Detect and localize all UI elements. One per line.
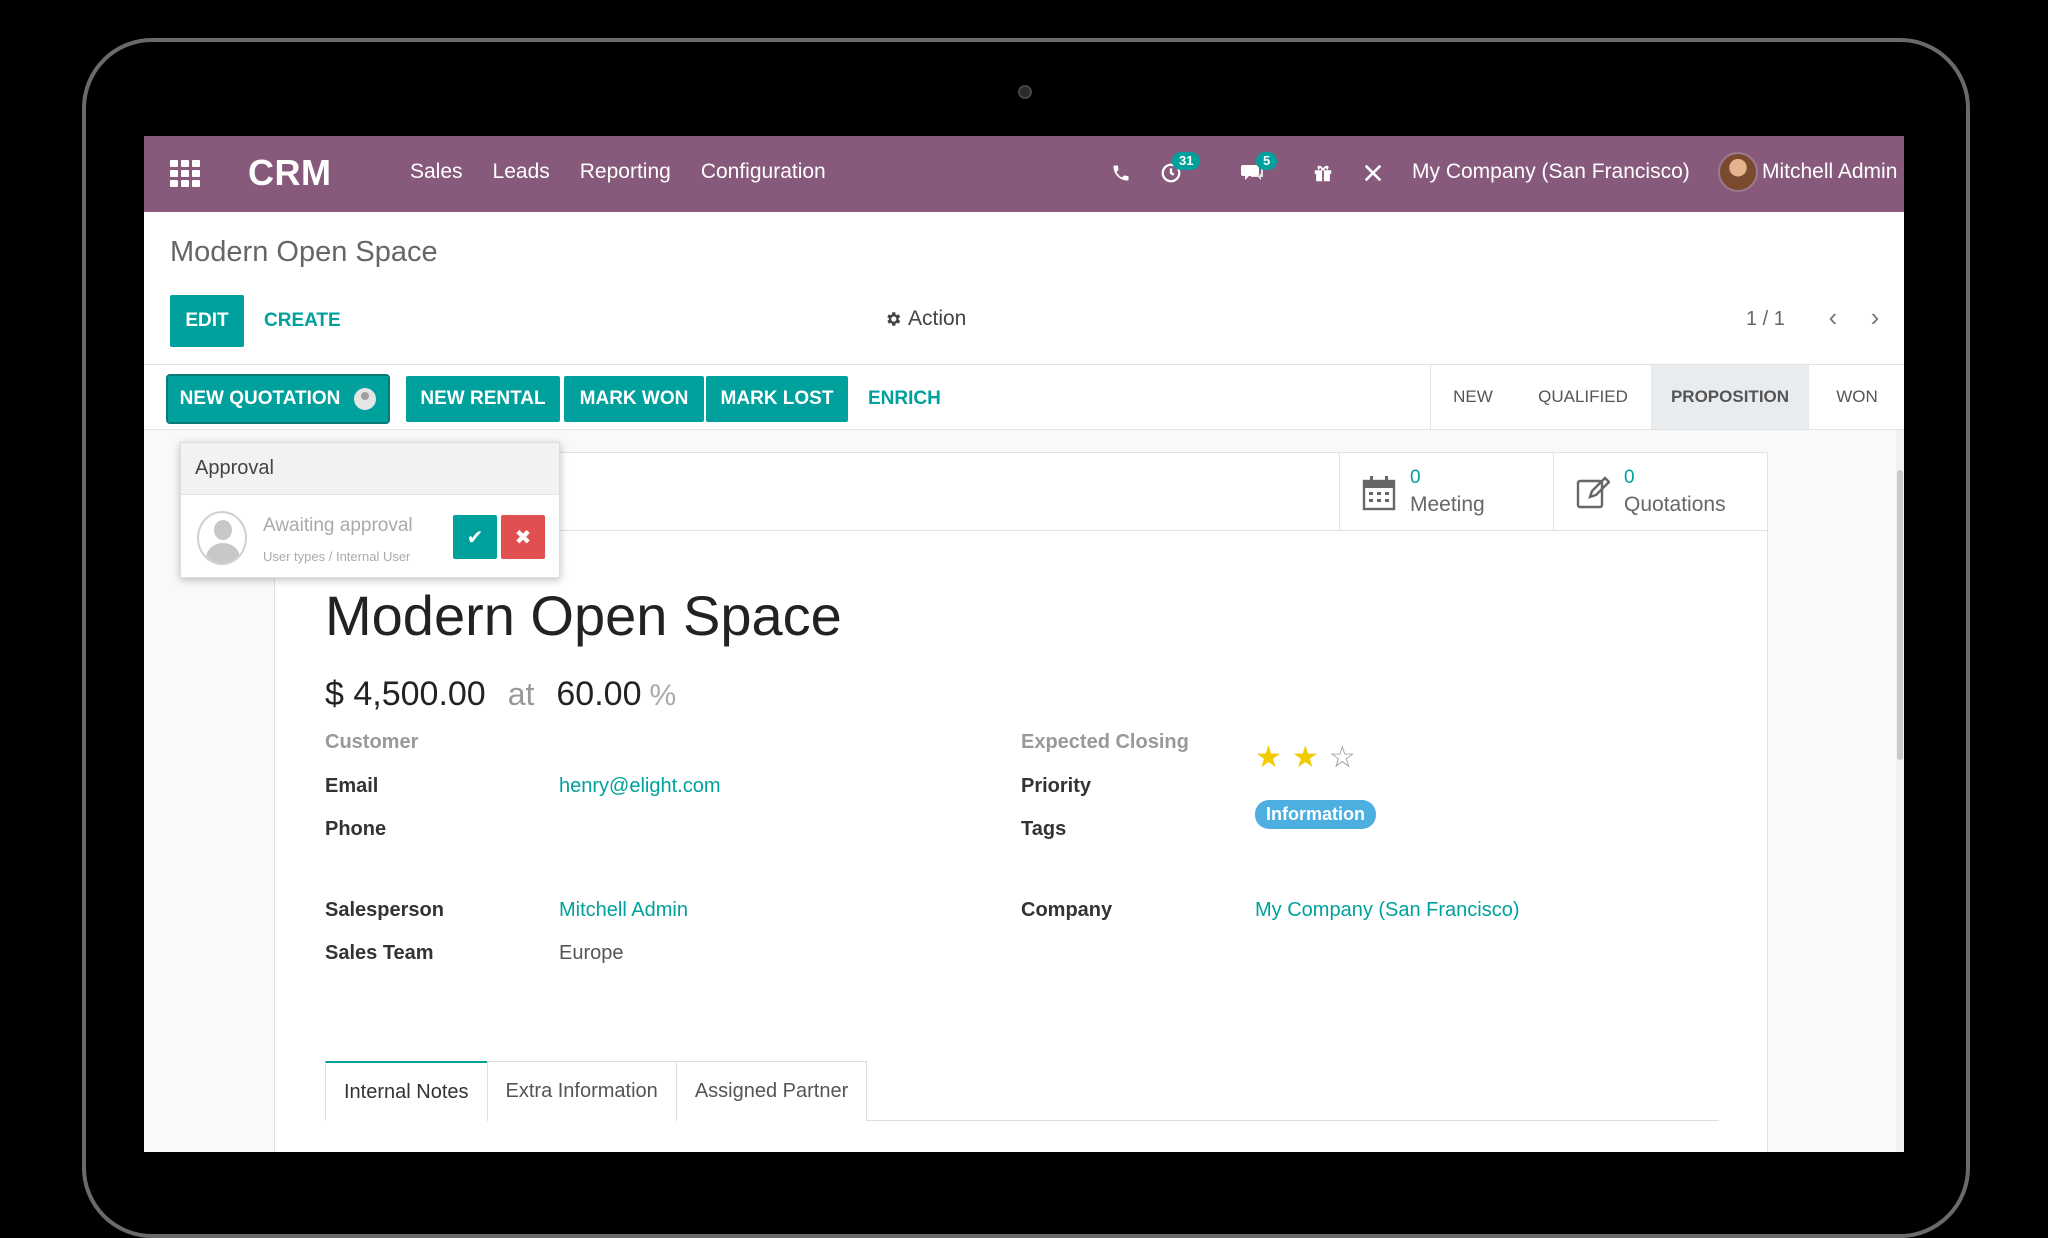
star-outline-icon[interactable]: ☆ [1329, 743, 1356, 773]
enrich-button[interactable]: ENRICH [868, 376, 941, 422]
approval-status-icon[interactable] [354, 388, 377, 410]
mark-won-button[interactable]: MARK WON [564, 376, 704, 422]
stage-qualified[interactable]: QUALIFIED [1515, 365, 1651, 429]
stage-new[interactable]: NEW [1431, 365, 1515, 429]
activity-count-badge: 31 [1172, 152, 1201, 170]
pager-next-icon[interactable]: › [1860, 302, 1890, 333]
camera-dot [1018, 85, 1032, 99]
sales-team-label: Sales Team [325, 942, 434, 964]
tag-badge[interactable]: Information [1255, 800, 1376, 829]
priority-stars: ★ ★ ☆ [1255, 743, 1356, 773]
menu-item-reporting[interactable]: Reporting [580, 160, 671, 184]
approval-group: User types / Internal User [263, 549, 411, 564]
customer-label: Customer [325, 731, 419, 753]
create-button[interactable]: CREATE [264, 295, 341, 347]
email-field[interactable]: henry@elight.com [559, 775, 720, 798]
edit-button[interactable]: EDIT [170, 295, 244, 347]
new-quotation-button[interactable]: NEW QUOTATION [166, 374, 390, 424]
new-quotation-label: NEW QUOTATION [179, 388, 341, 409]
percent-sign: % [649, 679, 677, 712]
menu-item-leads[interactable]: Leads [493, 160, 550, 184]
user-menu[interactable]: Mitchell Admin [1762, 160, 1897, 184]
meeting-label: Meeting [1410, 493, 1485, 516]
mark-lost-button[interactable]: MARK LOST [706, 376, 848, 422]
meeting-smart-button[interactable]: 0 Meeting [1339, 453, 1553, 531]
main-menu: Sales Leads Reporting Configuration [410, 160, 826, 184]
expected-revenue-row: $ 4,500.00 at 60.00 % [325, 675, 676, 714]
screen: CRM Sales Leads Reporting Configuration … [144, 136, 1904, 1152]
pager-value[interactable]: 1 / 1 [1746, 308, 1785, 331]
expected-revenue[interactable]: $ 4,500.00 [325, 675, 486, 714]
calendar-icon [1362, 475, 1396, 520]
breadcrumb: Modern Open Space [170, 236, 438, 268]
debug-tools-icon[interactable] [1358, 158, 1388, 188]
opportunity-title[interactable]: Modern Open Space [325, 583, 842, 648]
approver-avatar [197, 511, 247, 565]
message-count-badge: 5 [1256, 152, 1278, 170]
probability[interactable]: 60.00 [556, 675, 641, 714]
priority-label: Priority [1021, 775, 1092, 797]
company-switcher[interactable]: My Company (San Francisco) [1412, 160, 1690, 184]
expected-closing-label: Expected Closing [1021, 731, 1189, 753]
new-rental-button[interactable]: NEW RENTAL [406, 376, 560, 422]
action-label: Action [908, 307, 967, 330]
refuse-close-icon[interactable]: ✖ [501, 515, 545, 559]
star-icon[interactable]: ★ [1292, 743, 1319, 773]
gear-icon [887, 312, 901, 326]
company-field[interactable]: My Company (San Francisco) [1255, 899, 1520, 922]
sales-team-field[interactable]: Europe [559, 942, 624, 965]
menu-item-sales[interactable]: Sales [410, 160, 463, 184]
salesperson-field[interactable]: Mitchell Admin [559, 899, 688, 922]
tab-internal-notes[interactable]: Internal Notes [325, 1061, 488, 1121]
quotations-smart-button[interactable]: 0 Quotations [1553, 453, 1767, 531]
edit-document-icon [1576, 475, 1611, 518]
apps-menu-icon[interactable] [170, 160, 200, 187]
messages-icon[interactable]: 5 [1238, 152, 1278, 188]
quotations-label: Quotations [1624, 493, 1726, 516]
top-navbar: CRM Sales Leads Reporting Configuration … [144, 136, 1904, 212]
action-dropdown[interactable]: Action [884, 307, 966, 331]
phone-icon[interactable] [1106, 158, 1136, 188]
pager-previous-icon[interactable]: ‹ [1818, 302, 1848, 333]
stage-proposition[interactable]: PROPOSITION [1651, 365, 1809, 429]
meeting-count: 0 [1410, 467, 1421, 488]
company-label: Company [1021, 899, 1113, 921]
vertical-scrollbar[interactable] [1896, 430, 1904, 1152]
form-statusbar: NEW QUOTATION NEW RENTAL MARK WON MARK L… [144, 364, 1904, 430]
at-label: at [507, 676, 535, 712]
tags-label: Tags [1021, 818, 1067, 840]
approval-status: Awaiting approval [263, 515, 413, 536]
salesperson-label: Salesperson [325, 899, 444, 921]
user-avatar[interactable] [1718, 152, 1758, 192]
stage-pipeline: NEW QUALIFIED PROPOSITION WON [1430, 365, 1904, 429]
quotations-count: 0 [1624, 467, 1635, 488]
gift-icon[interactable] [1308, 158, 1338, 188]
app-brand[interactable]: CRM [248, 152, 331, 194]
tab-extra-information[interactable]: Extra Information [486, 1061, 677, 1121]
activity-clock-icon[interactable]: 31 [1156, 152, 1201, 188]
approval-popover: Approval Awaiting approval User types / … [180, 442, 560, 578]
email-label: Email [325, 775, 379, 797]
menu-item-configuration[interactable]: Configuration [701, 160, 826, 184]
notebook-tabs: Internal Notes Extra Information Assigne… [325, 1061, 1719, 1121]
approve-check-icon[interactable]: ✔ [453, 515, 497, 559]
tab-assigned-partner[interactable]: Assigned Partner [675, 1061, 868, 1121]
stage-won[interactable]: WON [1809, 365, 1904, 429]
star-icon[interactable]: ★ [1255, 743, 1282, 773]
phone-label: Phone [325, 818, 387, 840]
approval-title: Approval [181, 443, 559, 495]
